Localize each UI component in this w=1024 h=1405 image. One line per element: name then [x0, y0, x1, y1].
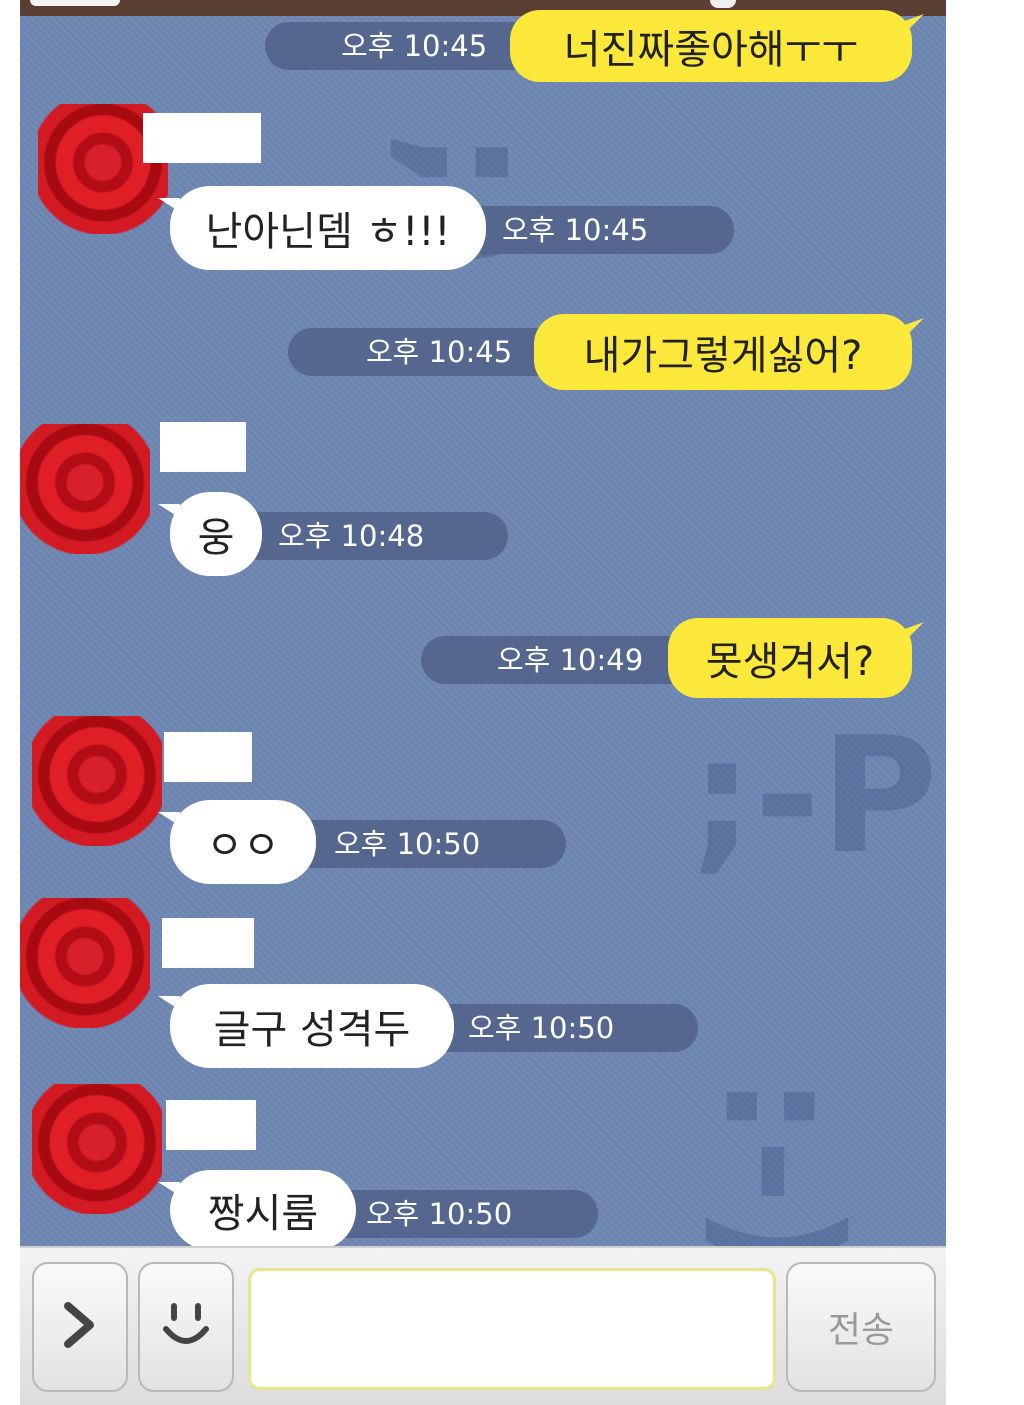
sender-name	[143, 113, 261, 163]
message-bubble-received[interactable]: 글구 성격두	[158, 984, 454, 1068]
background-emoticon: ;-P	[690, 702, 938, 889]
avatar[interactable]	[20, 424, 150, 554]
message-bubble-received[interactable]: ㅇㅇ	[158, 800, 316, 884]
avatar[interactable]	[20, 898, 150, 1028]
sender-name	[166, 1100, 256, 1150]
message-timestamp: 오후 10:48	[230, 512, 508, 560]
message-bubble-sent[interactable]: 못생겨서?	[668, 618, 912, 698]
message-timestamp: 오후 10:50	[318, 1190, 598, 1238]
sender-name	[162, 918, 254, 968]
sender-name	[164, 732, 252, 782]
message-bubble-received[interactable]: 난아닌뎀 ㅎ!!!	[158, 186, 486, 270]
message-timestamp: 오후 10:45	[450, 206, 734, 254]
status-bar-indicator	[710, 0, 736, 8]
message-list[interactable]: ;) ;-P :-) 오후 10:45 너진짜좋아해ㅜㅜ 오후 10:45 난아…	[20, 10, 946, 1278]
message-input[interactable]	[248, 1268, 776, 1390]
avatar[interactable]	[32, 1084, 162, 1214]
message-bubble-received[interactable]: 웅	[158, 492, 262, 576]
emoticon-button[interactable]	[138, 1262, 234, 1392]
smiley-icon	[156, 1295, 216, 1359]
message-bubble-sent[interactable]: 너진짜좋아해ㅜㅜ	[510, 10, 912, 82]
sender-name	[160, 422, 246, 472]
message-bubble-sent[interactable]: 내가그렇게싫어?	[534, 314, 912, 390]
send-button[interactable]: 전송	[786, 1262, 936, 1392]
message-bubble-received[interactable]: 짱시룸	[158, 1170, 356, 1250]
composer-bar: 전송	[20, 1246, 946, 1405]
chevron-right-icon	[58, 1300, 102, 1354]
avatar[interactable]	[32, 716, 162, 846]
chat-screen: ;) ;-P :-) 오후 10:45 너진짜좋아해ㅜㅜ 오후 10:45 난아…	[20, 0, 946, 1405]
message-timestamp: 오후 10:50	[284, 820, 566, 868]
expand-menu-button[interactable]	[32, 1262, 128, 1392]
status-bar-left-block	[30, 0, 120, 6]
message-timestamp: 오후 10:50	[420, 1004, 698, 1052]
